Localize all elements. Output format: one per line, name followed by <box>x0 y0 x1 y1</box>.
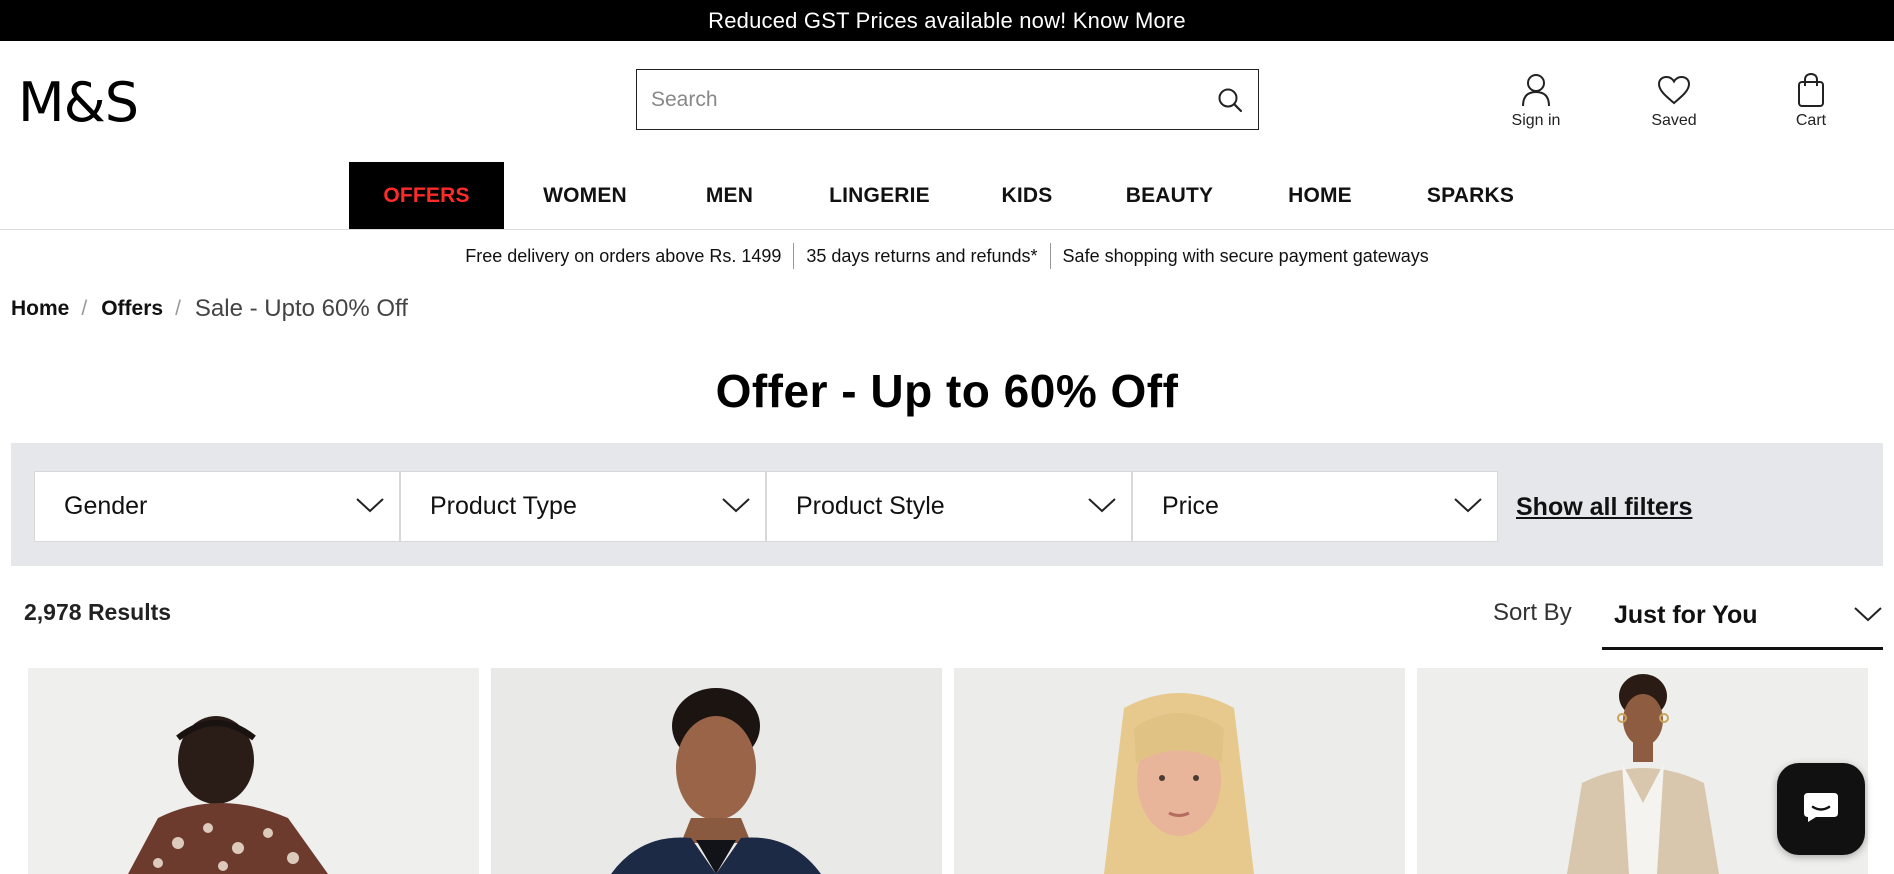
saved-label: Saved <box>1651 112 1697 129</box>
filter-product-type-label: Product Type <box>430 492 577 520</box>
user-icon <box>1521 72 1551 108</box>
search-icon[interactable] <box>1216 86 1244 114</box>
sign-in-label: Sign in <box>1511 112 1561 129</box>
nav-item-men[interactable]: MEN <box>666 162 793 230</box>
chevron-down-icon <box>1453 492 1483 521</box>
cart-link[interactable]: Cart <box>1766 72 1856 130</box>
filter-price-label: Price <box>1162 492 1219 520</box>
filter-gender[interactable]: Gender <box>34 471 400 542</box>
filter-gender-label: Gender <box>64 492 148 520</box>
product-card[interactable] <box>28 668 479 874</box>
breadcrumb-separator: / <box>175 297 181 320</box>
sign-in-link[interactable]: Sign in <box>1491 72 1581 130</box>
breadcrumb-separator: / <box>81 297 88 320</box>
cart-label: Cart <box>1795 112 1827 129</box>
filter-price[interactable]: Price <box>1132 471 1498 542</box>
product-image <box>491 668 942 874</box>
chat-icon <box>1802 791 1840 828</box>
main-navigation: OFFERS WOMEN MEN LINGERIE KIDS BEAUTY HO… <box>349 162 1552 230</box>
usp-secure-payment: Safe shopping with secure payment gatewa… <box>1062 245 1429 266</box>
breadcrumb: Home / Offers / Sale - Upto 60% Off <box>11 295 408 323</box>
nav-divider <box>0 229 1894 230</box>
usp-bar: Free delivery on orders above Rs. 1499 3… <box>0 240 1894 272</box>
product-image <box>954 668 1405 874</box>
chevron-down-icon <box>721 492 751 521</box>
filter-product-type[interactable]: Product Type <box>400 471 766 542</box>
sort-value: Just for You <box>1614 601 1758 629</box>
page-title: Offer - Up to 60% Off <box>715 365 1179 417</box>
show-all-filters-link[interactable]: Show all filters <box>1516 493 1692 522</box>
promo-text[interactable]: Reduced GST Prices available now! Know M… <box>708 8 1186 34</box>
search-input[interactable] <box>651 87 1216 112</box>
product-card[interactable] <box>491 668 942 874</box>
chevron-down-icon <box>1853 601 1883 630</box>
breadcrumb-home[interactable]: Home <box>11 297 69 321</box>
search-bar <box>636 69 1259 130</box>
nav-item-women[interactable]: WOMEN <box>504 162 666 230</box>
filter-panel: Gender Product Type Product Style Price … <box>11 443 1883 566</box>
results-count: 2,978 Results <box>24 599 172 625</box>
sort-label: Sort By <box>1493 599 1572 626</box>
usp-returns: 35 days returns and refunds* <box>806 245 1038 266</box>
usp-free-delivery: Free delivery on orders above Rs. 1499 <box>465 245 782 266</box>
chevron-down-icon <box>1087 492 1117 521</box>
product-card[interactable] <box>954 668 1405 874</box>
brand-logo[interactable]: M&S <box>18 76 139 130</box>
chat-button[interactable] <box>1777 763 1865 855</box>
heart-icon <box>1657 72 1691 108</box>
saved-link[interactable]: Saved <box>1629 72 1719 130</box>
nav-item-lingerie[interactable]: LINGERIE <box>793 162 966 230</box>
bag-icon <box>1796 72 1826 108</box>
product-image <box>28 668 479 874</box>
nav-item-beauty[interactable]: BEAUTY <box>1088 162 1251 230</box>
breadcrumb-current: Sale - Upto 60% Off <box>194 295 408 322</box>
filter-product-style[interactable]: Product Style <box>766 471 1132 542</box>
nav-item-home[interactable]: HOME <box>1251 162 1389 230</box>
nav-item-sparks[interactable]: SPARKS <box>1389 162 1552 230</box>
filter-product-style-label: Product Style <box>796 492 945 520</box>
sort-select[interactable]: Just for You <box>1602 584 1883 650</box>
chevron-down-icon <box>355 492 385 521</box>
promo-banner[interactable]: Reduced GST Prices available now! Know M… <box>0 0 1894 41</box>
nav-item-kids[interactable]: KIDS <box>966 162 1088 230</box>
nav-item-offers[interactable]: OFFERS <box>349 162 504 230</box>
breadcrumb-offers[interactable]: Offers <box>101 297 163 321</box>
